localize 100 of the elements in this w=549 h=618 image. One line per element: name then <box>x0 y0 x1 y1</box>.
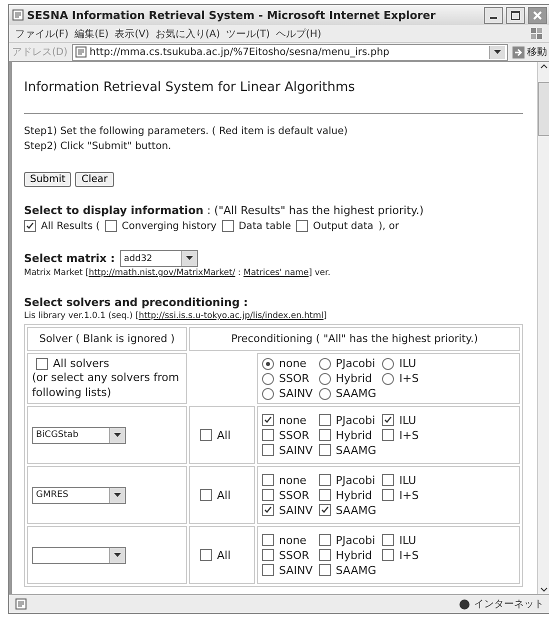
scrollbar[interactable] <box>537 62 549 594</box>
menu-item[interactable]: 編集(E) <box>74 26 109 40</box>
option-label[interactable]: I+S <box>382 488 419 502</box>
address-field[interactable]: http://mma.cs.tsukuba.ac.jp/%7Eitosho/sesna/menu_irs.php <box>72 44 508 60</box>
checkbox[interactable] <box>318 534 331 546</box>
checkbox[interactable] <box>200 489 212 501</box>
checkbox[interactable] <box>200 549 212 561</box>
checkbox[interactable] <box>262 534 274 546</box>
checkbox[interactable] <box>382 549 394 561</box>
option-label[interactable]: SAINV <box>262 564 313 576</box>
option-label[interactable]: All <box>200 488 250 502</box>
solver-dropdown[interactable]: GMRES <box>32 486 126 504</box>
option-label[interactable]: SAAMG <box>318 387 376 400</box>
radio-button[interactable] <box>262 372 274 384</box>
scroll-down-icon[interactable] <box>540 586 548 594</box>
submit-button[interactable]: Submit <box>24 172 72 187</box>
clear-button[interactable]: Clear <box>75 172 114 187</box>
checkbox[interactable] <box>262 444 274 456</box>
minimize-button[interactable] <box>484 6 503 24</box>
solver-dropdown[interactable] <box>32 546 126 564</box>
go-button[interactable]: 移動 <box>512 45 547 59</box>
radio-button[interactable] <box>382 372 394 384</box>
option-label[interactable]: SSOR <box>262 548 313 562</box>
radio-button[interactable] <box>262 388 274 400</box>
menu-item[interactable]: ヘルプ(H) <box>276 26 322 40</box>
radio-button[interactable] <box>318 372 331 384</box>
option-label[interactable]: ILU <box>382 534 419 546</box>
solver-dropdown[interactable]: BiCGStab <box>32 426 126 444</box>
checkbox[interactable] <box>262 549 274 561</box>
option-label[interactable]: none <box>262 414 313 426</box>
checkbox[interactable] <box>24 220 36 232</box>
menu-item[interactable]: ファイル(F) <box>15 26 69 40</box>
radio-button[interactable] <box>318 388 331 400</box>
option-label[interactable]: Hybrid <box>318 372 376 385</box>
link[interactable]: Matrices' name <box>243 268 309 278</box>
checkbox[interactable] <box>318 444 331 456</box>
option-label[interactable]: PJacobi <box>318 414 376 426</box>
checkbox[interactable] <box>318 474 331 486</box>
option-label[interactable]: none <box>262 357 313 370</box>
radio-button[interactable] <box>382 358 394 370</box>
checkbox[interactable] <box>318 504 331 516</box>
menu-item[interactable]: ツール(T) <box>226 26 270 40</box>
checkbox[interactable] <box>296 220 308 232</box>
checkbox[interactable] <box>200 429 212 441</box>
option-label[interactable]: All solvers <box>36 357 182 370</box>
checkbox[interactable] <box>262 414 274 426</box>
menu-item[interactable]: 表示(V) <box>114 26 150 40</box>
scroll-up-icon[interactable] <box>540 62 548 70</box>
checkbox[interactable] <box>382 414 394 426</box>
option-label[interactable]: SAINV <box>262 444 313 456</box>
option-label[interactable]: All <box>200 548 250 562</box>
checkbox[interactable] <box>104 220 117 232</box>
option-label[interactable]: SAINV <box>262 504 313 516</box>
option-label[interactable]: SAAMG <box>318 504 376 516</box>
option-label[interactable]: ILU <box>382 357 419 370</box>
checkbox[interactable] <box>262 504 274 516</box>
checkbox[interactable] <box>262 429 274 441</box>
radio-button[interactable] <box>262 358 274 370</box>
option-label[interactable]: none <box>262 534 313 546</box>
solver-dropdown[interactable]: add32 <box>120 250 198 267</box>
option-label[interactable]: none <box>262 474 313 486</box>
checkbox[interactable] <box>262 489 274 501</box>
checkbox[interactable] <box>318 489 331 501</box>
option-label[interactable]: All <box>200 428 250 442</box>
option-label[interactable]: PJacobi <box>318 474 376 486</box>
checkbox[interactable] <box>382 489 394 501</box>
option-label[interactable]: PJacobi <box>318 534 376 546</box>
option-label[interactable]: I+S <box>382 372 419 385</box>
checkbox[interactable] <box>262 564 274 576</box>
checkbox[interactable] <box>382 534 394 546</box>
menu-item[interactable]: お気に入り(A) <box>155 26 220 40</box>
option-label[interactable]: I+S <box>382 428 419 442</box>
option-label[interactable]: Hybrid <box>318 488 376 502</box>
option-label[interactable]: SAAMG <box>318 564 376 576</box>
option-label[interactable]: I+S <box>382 548 419 562</box>
option-label[interactable]: Hybrid <box>318 548 376 562</box>
option-label[interactable]: Hybrid <box>318 428 376 442</box>
link[interactable]: http://ssi.is.s.u-tokyo.ac.jp/lis/index.en.html <box>138 311 324 321</box>
section-heading: Select solvers and preconditioning : <box>24 295 249 310</box>
option-label[interactable]: SSOR <box>262 428 313 442</box>
checkbox[interactable] <box>222 220 234 232</box>
option-label[interactable]: SAINV <box>262 387 313 400</box>
option-label[interactable]: SSOR <box>262 372 313 385</box>
checkbox[interactable] <box>262 474 274 486</box>
option-label[interactable]: ILU <box>382 474 419 486</box>
checkbox[interactable] <box>318 549 331 561</box>
option-label[interactable]: ILU <box>382 414 419 426</box>
maximize-button[interactable] <box>506 6 525 24</box>
checkbox[interactable] <box>36 358 48 370</box>
option-label[interactable]: PJacobi <box>318 357 376 370</box>
radio-button[interactable] <box>318 358 331 370</box>
scroll-thumb[interactable] <box>538 82 549 136</box>
checkbox[interactable] <box>318 429 331 441</box>
link[interactable]: http://math.nist.gov/MatrixMarket/ <box>88 268 236 278</box>
checkbox[interactable] <box>318 564 331 576</box>
checkbox[interactable] <box>382 429 394 441</box>
option-label[interactable]: SAAMG <box>318 444 376 456</box>
checkbox[interactable] <box>382 474 394 486</box>
checkbox[interactable] <box>318 414 331 426</box>
option-label[interactable]: SSOR <box>262 488 313 502</box>
